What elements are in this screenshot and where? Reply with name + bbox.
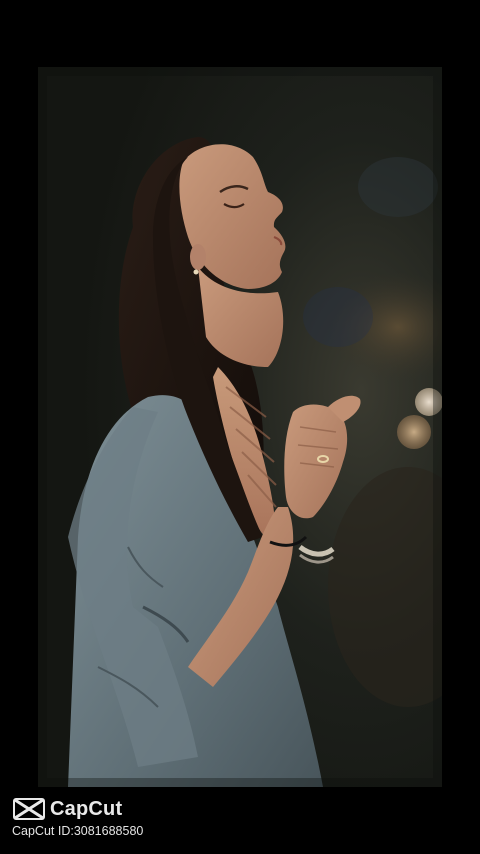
capcut-logo-row: CapCut [12,795,122,823]
woman-praying-photo [38,67,442,787]
photo-frame [38,67,442,787]
capcut-watermark: CapCut CapCut ID:3081688580 [12,795,312,845]
capcut-logo-icon [12,796,46,822]
capcut-brand-text: CapCut [50,797,123,820]
capcut-id-text: CapCut ID:3081688580 [12,824,144,838]
